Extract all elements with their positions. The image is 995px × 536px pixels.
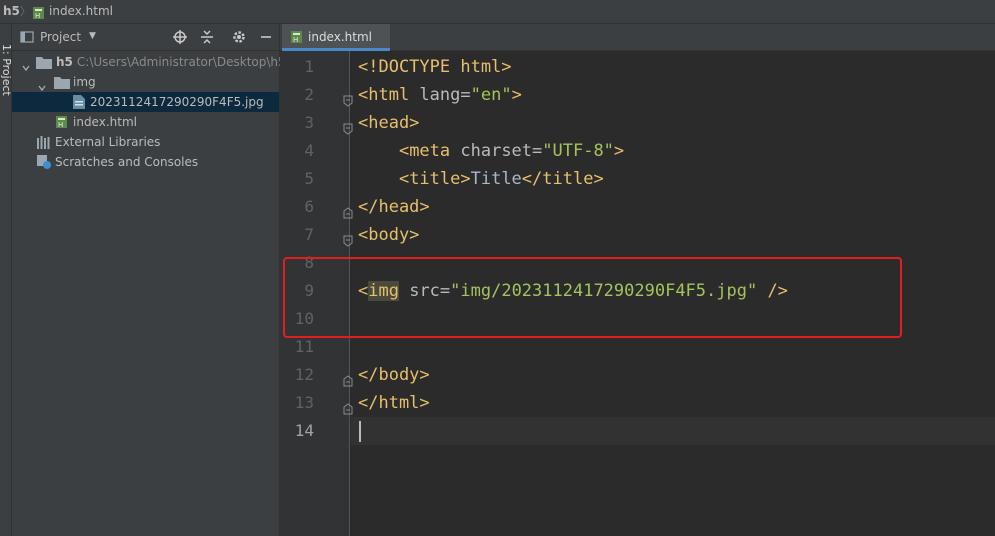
tree-item-label: External Libraries [55,135,161,149]
tree-item-jpg[interactable]: 2023112417290290F4F5.jpg [12,92,279,112]
chevron-down-icon[interactable] [38,78,46,92]
minimize-icon[interactable] [258,29,274,45]
tree-item-label: 2023112417290290F4F5.jpg [90,95,264,109]
line-number: 2 [304,85,314,104]
line-number: 14 [294,421,314,440]
code-line[interactable]: 13 </html> [280,389,995,417]
tree-item-path: C:\Users\Administrator\Desktop\h5 [76,55,286,69]
code-line[interactable]: 3 <head> [280,109,995,137]
code-line[interactable]: 4 <meta charset="UTF-8"> [280,137,995,165]
project-tool-button[interactable]: 1: Project [0,44,13,96]
text-caret [359,421,361,442]
locate-icon[interactable] [172,29,188,45]
code-text: </html> [358,393,430,413]
code-line[interactable]: 2 <html lang="en"> [280,81,995,109]
current-line-highlight [351,417,995,445]
project-panel-header: Project ▼ [12,24,279,51]
code-line[interactable]: 5 <title>Title</title> [280,165,995,193]
code-line[interactable]: 12 </body> [280,361,995,389]
annotation-highlight-box [283,257,902,338]
tree-item-external-libraries[interactable]: External Libraries [12,132,279,152]
code-text: <meta charset="UTF-8"> [398,141,625,161]
editor-tabs: H index.html [280,24,995,51]
line-number: 7 [304,225,314,244]
project-panel: Project ▼ h5 C:\Users\Administrator\Deskt… [12,24,286,536]
svg-text:H: H [35,12,40,20]
line-number: 5 [304,169,314,188]
chevron-down-icon[interactable] [22,58,30,72]
tab-index-html[interactable]: H index.html [282,24,390,51]
fold-marker-icon[interactable] [343,397,353,415]
fold-marker-icon[interactable] [343,201,353,219]
fold-marker-icon[interactable] [343,369,353,387]
navigation-bar: h5 〉 H index.html [0,0,995,24]
html-file-icon: H [290,30,303,47]
code-text: <body> [358,225,420,245]
nav-separator: 〉 [20,5,31,18]
code-text: <head> [358,113,420,133]
tree-item-label: Scratches and Consoles [55,155,199,169]
code-text: </body> [358,365,430,385]
code-line[interactable]: 7 <body> [280,221,995,249]
tree-item-label: h5 [56,55,73,69]
line-number: 13 [294,393,314,412]
chevron-down-icon[interactable]: ▼ [89,31,96,41]
collapse-all-icon[interactable] [199,29,215,45]
scratches-icon [37,155,51,175]
line-number: 3 [304,113,314,132]
tree-item-scratches[interactable]: Scratches and Consoles [12,152,279,172]
tree-item-index-html[interactable]: H index.html [12,112,279,132]
line-number: 1 [304,57,314,76]
tree-item-label: img [73,75,96,89]
project-view-icon [19,29,35,45]
tree-item-label: index.html [73,115,137,129]
code-text: <title>Title</title> [398,169,604,189]
line-number: 12 [294,365,314,384]
gear-icon[interactable] [231,29,247,45]
tree-item-img[interactable]: img [12,72,279,92]
code-text: <html lang="en"> [358,85,522,105]
fold-marker-icon[interactable] [343,229,353,247]
code-line[interactable]: 1 <!DOCTYPE html> [280,53,995,81]
nav-root-project[interactable]: h5 [3,0,20,24]
tool-window-stripe: 1: Project [0,24,13,536]
tab-label: index.html [308,30,372,44]
code-text: <!DOCTYPE html> [358,57,512,77]
current-code-line[interactable]: 14 [280,417,995,445]
line-number: 6 [304,197,314,216]
code-line[interactable]: 6 </head> [280,193,995,221]
line-number: 4 [304,141,314,160]
fold-marker-icon[interactable] [343,89,353,107]
svg-text:H: H [293,36,298,44]
fold-marker-icon[interactable] [343,117,353,135]
project-view-title[interactable]: Project [40,30,81,44]
nav-file-index[interactable]: index.html [49,0,113,24]
svg-text:H: H [58,121,63,129]
tree-item-h5[interactable]: h5 C:\Users\Administrator\Desktop\h5 [12,52,286,72]
code-text: </head> [358,197,430,217]
